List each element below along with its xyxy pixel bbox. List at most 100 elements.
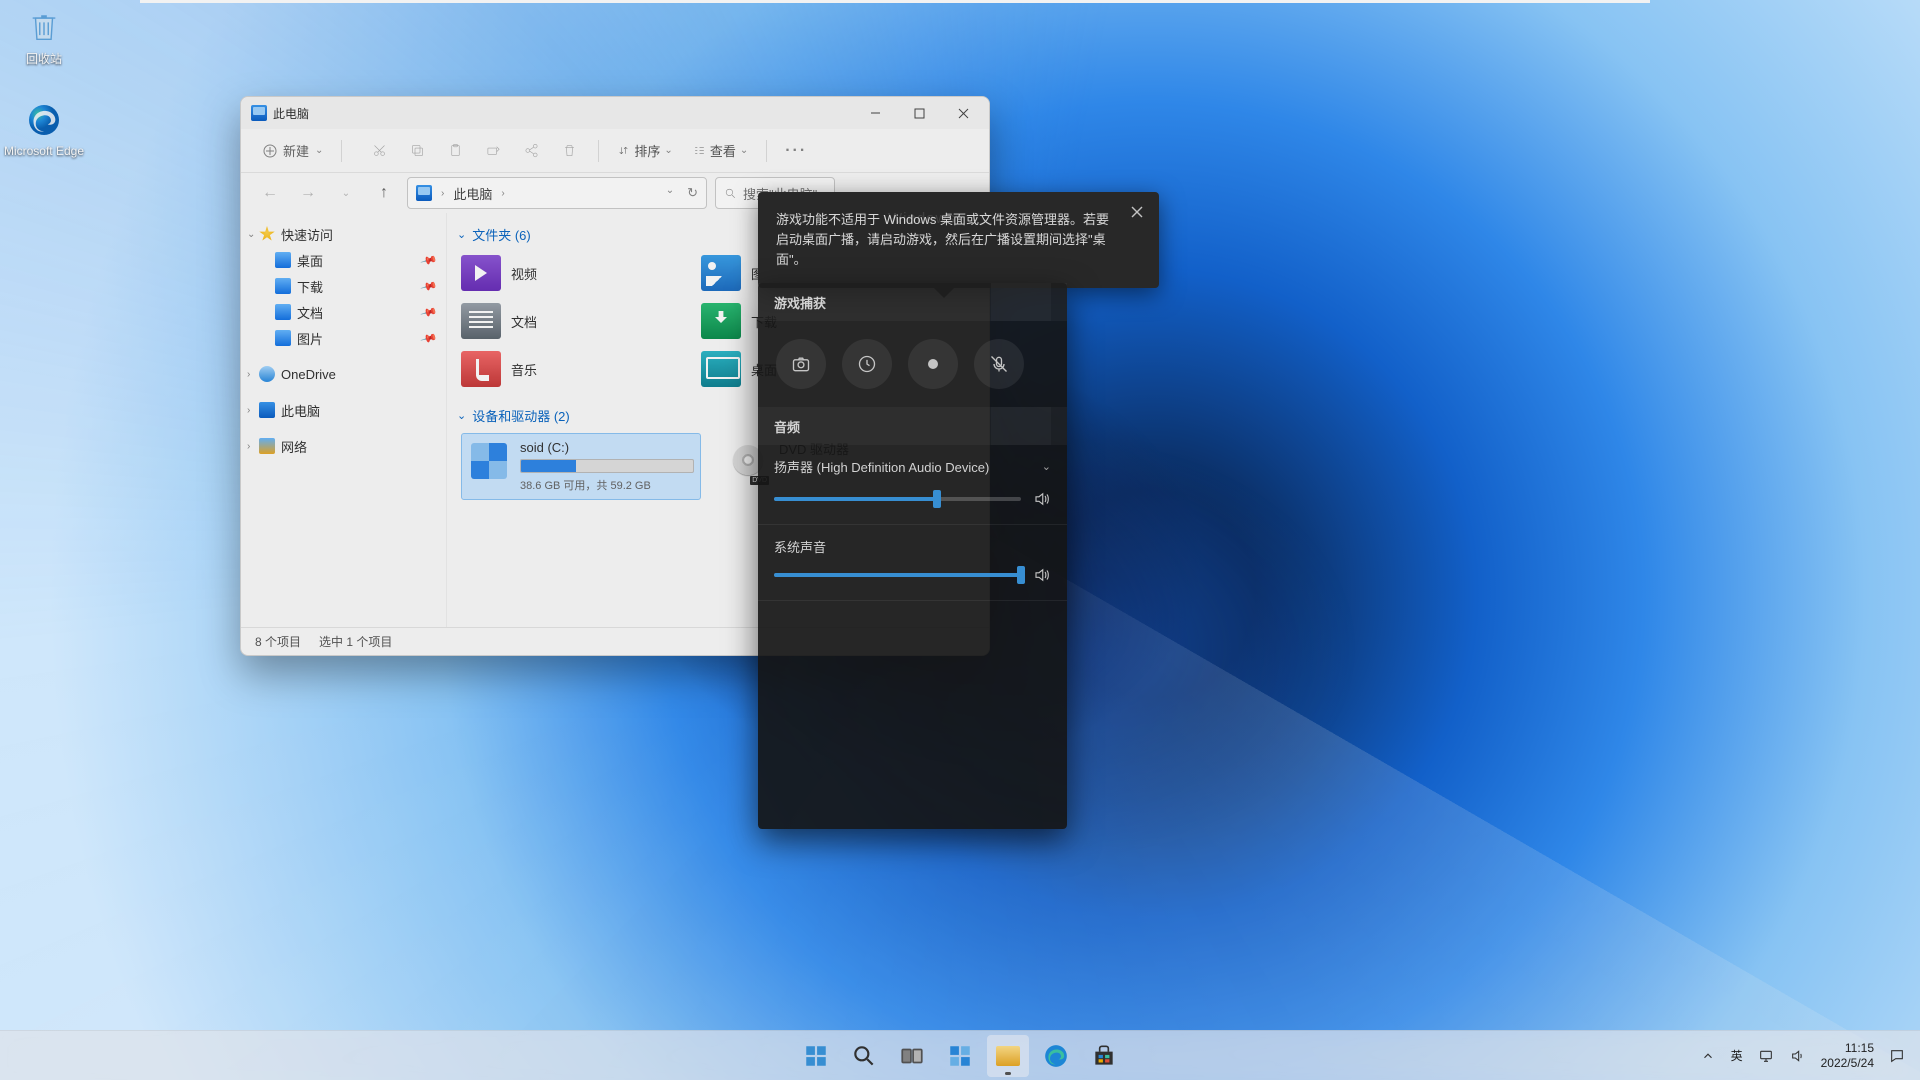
task-view-button[interactable] (891, 1035, 933, 1077)
sidebar-item-pictures[interactable]: 图片📌 (245, 325, 442, 351)
folder-documents[interactable]: 文档 (461, 300, 701, 342)
speaker-dropdown[interactable]: 扬声器 (High Definition Audio Device) ⌄ (774, 457, 1051, 476)
music-icon (461, 351, 501, 387)
history-button[interactable]: ⌄ (331, 178, 361, 208)
system-sound-mixer: 系统声音 (758, 525, 1067, 601)
folder-icon (275, 304, 291, 320)
titlebar[interactable]: 此电脑 (241, 97, 989, 129)
tray-overflow-button[interactable] (1699, 1047, 1717, 1065)
capture-section-title: 游戏捕获 (758, 283, 1067, 321)
star-icon (259, 226, 275, 242)
sidebar-item-network[interactable]: ›网络 (245, 433, 442, 459)
folder-icon (275, 278, 291, 294)
more-button[interactable]: ··· (779, 136, 813, 166)
start-button[interactable] (795, 1035, 837, 1077)
taskbar-edge[interactable] (1035, 1035, 1077, 1077)
taskbar-search-button[interactable] (843, 1035, 885, 1077)
speaker-volume-slider[interactable] (774, 497, 1021, 501)
back-button[interactable]: ← (255, 178, 285, 208)
up-button[interactable]: ↑ (369, 178, 399, 208)
address-bar[interactable]: › 此电脑 › ⌄↻ (407, 177, 707, 209)
volume-tray-icon[interactable] (1789, 1047, 1807, 1065)
gamebar-panel: 游戏捕获 音频 扬声器 (High Definition Audio Devic… (758, 283, 1067, 829)
folder-icon (275, 330, 291, 346)
recycle-bin-icon (24, 8, 64, 48)
onedrive-icon (259, 366, 275, 382)
desktop-icon-recycle-bin[interactable]: 回收站 (0, 8, 88, 66)
widgets-button[interactable] (939, 1035, 981, 1077)
gamebar-notice: 游戏功能不适用于 Windows 桌面或文件资源管理器。若要启动桌面广播，请启动… (758, 192, 1159, 288)
desktop-icon-label: Microsoft Edge (4, 144, 84, 158)
sidebar-item-this-pc[interactable]: ›此电脑 (245, 397, 442, 423)
forward-button[interactable]: → (293, 178, 323, 208)
record-last-button[interactable] (842, 339, 892, 389)
mic-mute-button[interactable] (974, 339, 1024, 389)
notifications-button[interactable] (1888, 1047, 1906, 1065)
desktop-folder-icon (701, 351, 741, 387)
cut-button[interactable] (362, 136, 396, 166)
copy-button[interactable] (400, 136, 434, 166)
drive-c-icon (468, 440, 510, 482)
pictures-icon (701, 255, 741, 291)
view-button[interactable]: 查看 ⌄ (687, 137, 754, 164)
delete-button[interactable] (552, 136, 586, 166)
sidebar-item-quick-access[interactable]: ⌄快速访问 (245, 221, 442, 247)
refresh-icon[interactable]: ↻ (687, 185, 698, 201)
volume-icon[interactable] (1033, 490, 1051, 508)
browser-address-bar-edge (140, 0, 1650, 3)
view-icon (693, 144, 706, 157)
search-icon (724, 187, 737, 200)
screenshot-button[interactable] (776, 339, 826, 389)
taskbar-explorer[interactable] (987, 1035, 1029, 1077)
speaker-mixer: 扬声器 (High Definition Audio Device) ⌄ (758, 445, 1067, 525)
pin-icon: 📌 (420, 329, 438, 347)
ime-indicator[interactable]: 英 (1731, 1047, 1743, 1064)
pin-icon: 📌 (420, 251, 438, 269)
paste-button[interactable] (438, 136, 472, 166)
folder-music[interactable]: 音乐 (461, 348, 701, 390)
status-selected-count: 选中 1 个项目 (319, 633, 392, 650)
chevron-down-icon: ⌄ (1042, 460, 1051, 473)
folder-icon (996, 1046, 1020, 1066)
videos-icon (461, 255, 501, 291)
notice-close-button[interactable] (1125, 200, 1149, 224)
breadcrumb[interactable]: 此电脑 (453, 184, 492, 203)
desktop-icon-edge[interactable]: Microsoft Edge (0, 100, 88, 158)
sort-button[interactable]: 排序 ⌄ (611, 137, 678, 164)
sidebar-item-documents[interactable]: 文档📌 (245, 299, 442, 325)
status-item-count: 8 个项目 (255, 633, 301, 650)
pin-icon: 📌 (420, 277, 438, 295)
documents-icon (461, 303, 501, 339)
window-title: 此电脑 (273, 105, 309, 122)
network-icon (259, 438, 275, 454)
share-button[interactable] (514, 136, 548, 166)
volume-icon[interactable] (1033, 566, 1051, 584)
folder-icon (275, 252, 291, 268)
rename-button[interactable] (476, 136, 510, 166)
close-button[interactable] (941, 98, 985, 128)
audio-section-title: 音频 (758, 407, 1067, 445)
taskbar-store[interactable] (1083, 1035, 1125, 1077)
minimize-button[interactable] (853, 98, 897, 128)
explorer-toolbar: 新建 ⌄ 排序 ⌄ 查看 ⌄ ··· (241, 129, 989, 173)
this-pc-icon (259, 402, 275, 418)
taskbar: 英 11:15 2022/5/24 (0, 1030, 1920, 1080)
folder-videos[interactable]: 视频 (461, 252, 701, 294)
sidebar-item-onedrive[interactable]: ›OneDrive (245, 361, 442, 387)
this-pc-icon (251, 105, 267, 121)
sidebar-item-downloads[interactable]: 下载📌 (245, 273, 442, 299)
network-icon[interactable] (1757, 1047, 1775, 1065)
sort-icon (617, 144, 630, 157)
new-button[interactable]: 新建 ⌄ (257, 137, 329, 164)
taskbar-clock[interactable]: 11:15 2022/5/24 (1821, 1041, 1874, 1071)
sidebar-item-desktop[interactable]: 桌面📌 (245, 247, 442, 273)
this-pc-icon (416, 185, 432, 201)
pin-icon: 📌 (420, 303, 438, 321)
drive-usage-bar (520, 459, 694, 473)
explorer-sidebar: ⌄快速访问 桌面📌 下载📌 文档📌 图片📌 ›OneDrive ›此电脑 ›网络 (241, 213, 447, 627)
system-volume-slider[interactable] (774, 573, 1021, 577)
record-button[interactable] (908, 339, 958, 389)
maximize-button[interactable] (897, 98, 941, 128)
downloads-icon (701, 303, 741, 339)
drive-c[interactable]: soid (C:) 38.6 GB 可用，共 59.2 GB (461, 433, 701, 500)
